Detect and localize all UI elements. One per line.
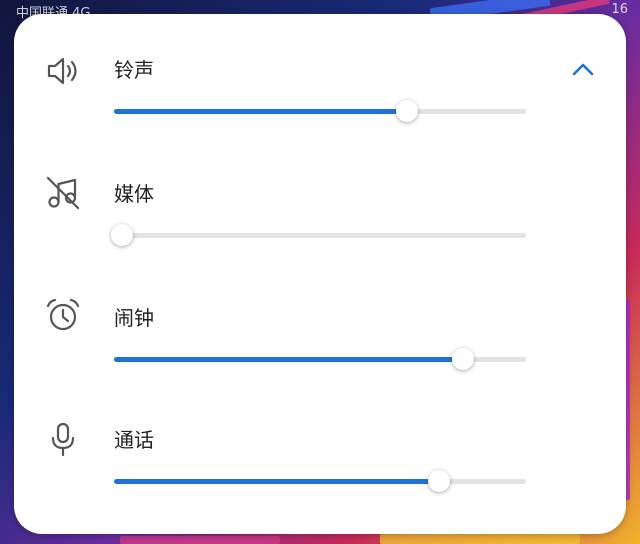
alarm-clock-icon (44, 296, 82, 334)
music-muted-icon (44, 174, 82, 212)
volume-row-media: 媒体 (14, 168, 626, 268)
wallpaper-streak (380, 534, 580, 544)
wallpaper-streak (120, 536, 280, 544)
slider-track (114, 233, 526, 238)
slider-thumb[interactable] (452, 348, 474, 370)
volume-label: 铃声 (114, 58, 154, 82)
volume-row-ringtone: 铃声 (14, 44, 626, 144)
slider-thumb[interactable] (396, 100, 418, 122)
volume-row-call: 通话 (14, 414, 626, 514)
slider-fill (114, 109, 407, 114)
volume-slider-media[interactable] (111, 224, 526, 248)
speaker-icon (44, 52, 82, 90)
volume-row-alarm: 闹钟 (14, 292, 626, 392)
volume-slider-call[interactable] (114, 470, 526, 494)
slider-thumb[interactable] (428, 470, 450, 492)
microphone-icon (44, 420, 82, 458)
volume-slider-alarm[interactable] (114, 348, 526, 372)
volume-panel: 铃声 媒体 闹钟 通话 (14, 14, 626, 534)
volume-label: 通话 (114, 428, 154, 452)
volume-label: 闹钟 (114, 306, 154, 330)
volume-label: 媒体 (114, 182, 154, 206)
volume-slider-ringtone[interactable] (114, 100, 526, 124)
time-text: 16 (611, 2, 628, 17)
slider-thumb[interactable] (111, 224, 133, 246)
slider-fill (114, 357, 463, 362)
slider-fill (114, 479, 439, 484)
